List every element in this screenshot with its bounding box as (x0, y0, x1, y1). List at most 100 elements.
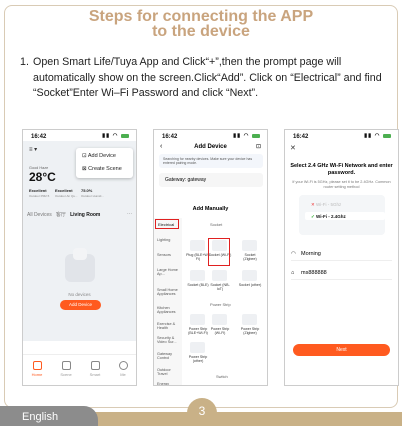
phone-screenshot-home: 16:42 ▮▮ ◠ ≡ ▾ Good Haze 28°C Excellent … (22, 129, 137, 386)
stat-3-sub: Outdoor Humid... (81, 194, 104, 198)
device-tile-3[interactable] (242, 240, 257, 251)
menu-create-scene[interactable]: ⊠ Create Scene (82, 166, 122, 172)
status-time: 16:42 (293, 134, 309, 140)
tabs-more-icon[interactable]: ··· (127, 211, 132, 217)
smart-icon (90, 361, 100, 370)
category-gateway[interactable]: Gateway Control (157, 352, 179, 360)
category-security[interactable]: Security & Video Sur... (157, 336, 179, 344)
category-energy[interactable]: Energy (157, 382, 169, 385)
wifi-24g-row: ✓ Wi-Fi - 2.4Ghz (305, 212, 385, 220)
signal-icon: ▮▮ (364, 133, 373, 139)
title-line-1: Steps for connecting the APP (88, 8, 314, 25)
password-field[interactable]: ⌂ ms888888 (291, 267, 392, 280)
device-tile-8[interactable] (212, 314, 227, 325)
status-time: 16:42 (31, 134, 47, 140)
device-tile-10[interactable] (190, 342, 205, 353)
lock-icon: ⌂ (291, 270, 295, 276)
device-tile-6[interactable] (242, 270, 257, 281)
gateway-label: Gateway: gateway (165, 177, 207, 183)
tab-all-devices[interactable]: All Devices (27, 212, 52, 218)
empty-state-illustration (65, 248, 95, 282)
signal-icon: ▮▮ (233, 133, 242, 139)
device-tile-4[interactable] (190, 270, 205, 281)
menu-add-device[interactable]: ⊡ Add Device (82, 153, 116, 159)
language-tab: English (0, 406, 98, 426)
status-bar: 16:42 ▮▮ ◠ (154, 130, 267, 141)
device-tile-5[interactable] (212, 270, 227, 281)
scanning-text: Searching for nearby devices. Make sure … (163, 157, 253, 165)
bottom-nav: Home Scene Smart Me (23, 354, 136, 385)
close-icon[interactable]: ✕ (290, 144, 296, 152)
nav-home[interactable]: Home (27, 361, 47, 377)
status-icons: ▮▮ ◠ (102, 133, 129, 139)
category-large-home[interactable]: Large Home Ap... (157, 268, 179, 276)
wifi-subtext: If your Wi-Fi is 5GHz, please set it to … (292, 180, 391, 189)
device-label-8: Power Strip (Wi-Fi) (210, 327, 230, 335)
device-label-4: Socket (BLE) (187, 283, 209, 287)
stat-2-sub: Outdoor Air Qu... (55, 194, 78, 198)
profile-icon (118, 361, 128, 370)
category-small-home[interactable]: Small Home Appliances (157, 288, 179, 296)
wifi-5g-label: Wi-Fi - 5Ghz (316, 202, 342, 207)
page-number: 3 (187, 398, 217, 426)
nav-me[interactable]: Me (113, 361, 133, 377)
status-bar: 16:42 ▮▮ ◠ (23, 130, 136, 141)
add-manually-title: Add Manually (192, 206, 229, 212)
status-icons: ▮▮ ◠ (233, 133, 260, 139)
signal-icon: ▮▮ (102, 133, 111, 139)
ssid-field[interactable]: ◠ Morning (291, 248, 392, 261)
tab-room-2[interactable]: 客厅 (56, 212, 66, 218)
device-tile-7[interactable] (190, 314, 205, 325)
room-tabs: All Devices 客厅 Living Room ··· (27, 211, 132, 218)
page-title: Steps for connecting the APP to the devi… (0, 8, 402, 40)
next-button[interactable]: Next (293, 344, 390, 356)
wifi-5g-row: ✕ Wi-Fi - 5Ghz (305, 200, 375, 208)
step-text: Open Smart Life/Tuya App and Click“+”,th… (33, 56, 382, 99)
nav-home-label: Home (31, 372, 43, 377)
tab-living-room[interactable]: Living Room (70, 212, 100, 218)
device-tile-1[interactable] (190, 240, 205, 251)
scan-icon[interactable]: ⊡ (256, 143, 261, 150)
scene-icon: ⊠ (82, 166, 87, 172)
wifi-illustration: ✕ Wi-Fi - 5Ghz ✓ Wi-Fi - 2.4Ghz (299, 195, 385, 235)
stat-1-sub: Outdoor PM2.5 (29, 194, 50, 198)
add-device-header: Add Device (194, 144, 227, 150)
battery-icon (383, 133, 391, 138)
step-instructions: 1. Open Smart Life/Tuya App and Click“+”… (20, 55, 390, 102)
add-device-button[interactable]: Add Device (60, 300, 101, 310)
battery-icon (252, 133, 260, 138)
scene-nav-icon (61, 361, 71, 370)
category-sensors[interactable]: Sensors (157, 253, 171, 257)
device-tile-9[interactable] (242, 314, 257, 325)
gateway-card[interactable]: Gateway: gateway (159, 173, 263, 187)
step-number: 1. (20, 56, 29, 68)
device-label-1: Plug (BLE+Wi-Fi) (186, 253, 210, 261)
home-switch-icon[interactable]: ≡ ▾ (29, 146, 37, 153)
category-lighting[interactable]: Lighting (157, 238, 170, 242)
category-electrical-selected[interactable]: Electrical (155, 219, 179, 229)
add-device-icon: ⊡ (82, 153, 87, 159)
no-devices-text: No devices (68, 292, 91, 297)
nav-smart-label: Smart (89, 372, 101, 377)
status-bar: 16:42 ▮▮ ◠ (285, 130, 398, 141)
category-outdoor[interactable]: Outdoor Travel (157, 368, 179, 376)
socket-wifi-highlight (208, 238, 230, 266)
wifi-24g-label: Wi-Fi - 2.4Ghz (316, 214, 346, 219)
status-time: 16:42 (162, 134, 178, 140)
check-icon: ✓ (311, 214, 315, 219)
device-label-7: Power Strip (BLE+Wi-Fi) (188, 327, 208, 335)
manual-page: Steps for connecting the APP to the devi… (0, 0, 402, 426)
category-kitchen[interactable]: Kitchen Appliances (157, 306, 179, 314)
stat-3: 75.0% (81, 188, 93, 193)
wifi-icon: ◠ (243, 133, 250, 139)
battery-icon (121, 133, 129, 138)
stat-2: Excellent (55, 188, 73, 193)
device-label-9: Power Strip (Zigbee) (240, 327, 260, 335)
nav-smart[interactable]: Smart (85, 361, 105, 377)
device-label-3: Socket (Zigbee) (243, 253, 257, 261)
nav-scene[interactable]: Scene (56, 361, 76, 377)
device-label-10: Power Strip (other) (188, 355, 208, 363)
phone-screenshot-wifi: 16:42 ▮▮ ◠ ✕ Select 2.4 GHz Wi-Fi Networ… (284, 129, 399, 386)
category-exercise[interactable]: Exercise & Health (157, 322, 179, 330)
scanning-notice: Searching for nearby devices. Make sure … (159, 154, 263, 168)
